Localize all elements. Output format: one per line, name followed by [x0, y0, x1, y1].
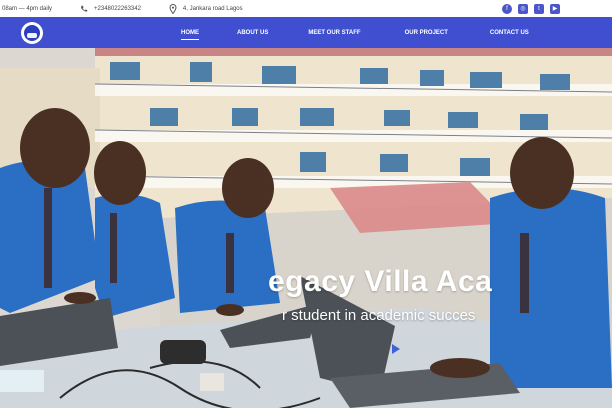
phone-icon: [81, 5, 88, 12]
hero-background-image: [0, 48, 612, 408]
slide-next-arrow-icon[interactable]: [392, 344, 400, 354]
hero-banner: egacy Villa Aca r student in academic su…: [0, 48, 612, 408]
school-logo[interactable]: [21, 21, 43, 44]
hero-title: egacy Villa Aca: [268, 265, 493, 298]
instagram-icon[interactable]: ◎: [518, 3, 528, 14]
main-navbar: HOME ABOUT US MEET OUR STAFF OUR PROJECT…: [0, 17, 612, 48]
hero-subtitle: r student in academic succes: [282, 307, 476, 324]
location-pin-icon: [169, 3, 177, 14]
social-links: f ◎ t ▶: [502, 3, 610, 14]
nav-home[interactable]: HOME: [181, 30, 199, 40]
address-info: 4, Jankara road Lagos: [169, 3, 243, 14]
nav-about-us[interactable]: ABOUT US: [237, 30, 268, 36]
hours-text: 08am — 4pm daily: [2, 5, 53, 12]
phone-text[interactable]: +2348022263342: [94, 6, 141, 12]
twitter-icon[interactable]: t: [534, 3, 544, 14]
nav-contact-us[interactable]: CONTACT US: [490, 30, 529, 36]
address-text: 4, Jankara road Lagos: [182, 5, 243, 12]
top-info-bar: 08am — 4pm daily +2348022263342 4, Janka…: [0, 0, 612, 17]
nav-links: HOME ABOUT US MEET OUR STAFF OUR PROJECT…: [181, 30, 529, 40]
nav-meet-our-staff[interactable]: MEET OUR STAFF: [308, 30, 360, 36]
phone-info[interactable]: +2348022263342: [80, 5, 141, 13]
nav-our-project[interactable]: OUR PROJECT: [405, 30, 448, 36]
hours-info: 08am — 4pm daily: [2, 6, 52, 12]
facebook-icon[interactable]: f: [502, 3, 512, 14]
youtube-icon[interactable]: ▶: [550, 3, 560, 14]
logo-emblem: [24, 24, 40, 41]
